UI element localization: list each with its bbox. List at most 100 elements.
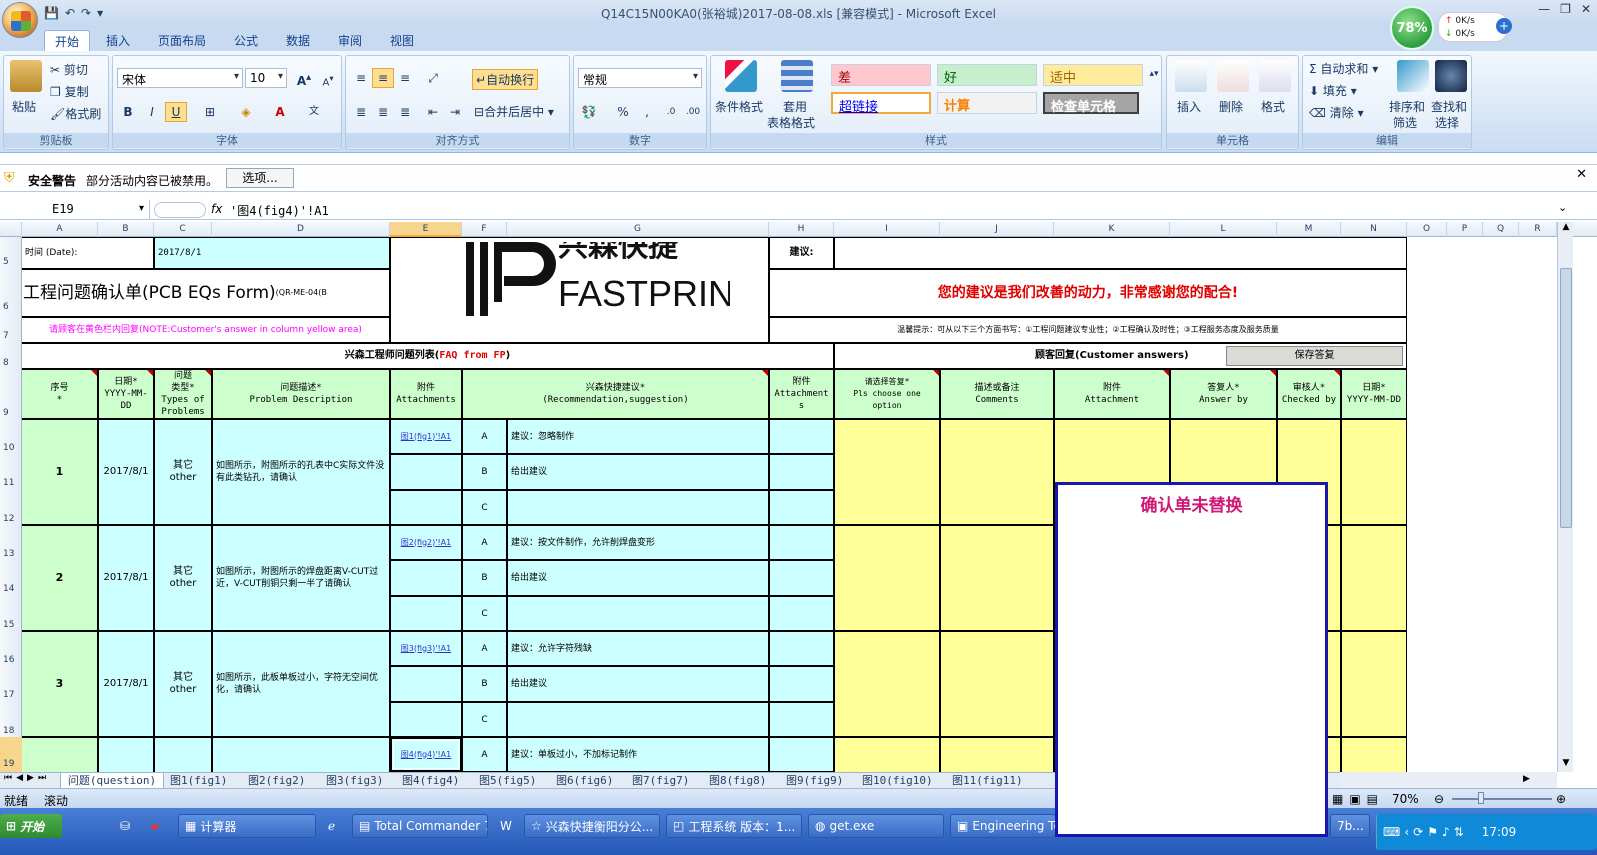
record-2-attach2-b[interactable]	[769, 560, 834, 596]
style-bad[interactable]: 差	[831, 64, 931, 86]
find-select-button[interactable]: 查找和	[1431, 98, 1467, 115]
table-format-button-2[interactable]: 表格格式	[767, 114, 815, 131]
insert-cells-button[interactable]: 插入	[1177, 98, 1201, 115]
sheet-tab-fig1[interactable]: 图1(fig1)	[170, 773, 244, 789]
conditional-format-button[interactable]: 条件格式	[715, 98, 763, 115]
tray-keyboard-icon[interactable]: ⌨	[1383, 825, 1400, 839]
fill-color-icon[interactable]: ◈	[235, 102, 257, 122]
task-total-commander[interactable]: ▤Total Commander 7....	[352, 814, 488, 838]
task-engineering-system[interactable]: ◰ 工程系统 版本：1...	[666, 814, 802, 838]
scroll-up-icon[interactable]: ▲	[1559, 222, 1573, 236]
styles-more-icon[interactable]: ▴▾	[1143, 64, 1165, 84]
align-left-icon[interactable]: ≣	[350, 102, 372, 122]
sheet-nav-icon[interactable]: ⏮◀▶⏭	[4, 773, 50, 783]
underline-icon[interactable]: U	[165, 102, 187, 122]
task-word-icon[interactable]: W	[494, 814, 518, 838]
col-header-r[interactable]: R	[1519, 222, 1557, 237]
header-choose[interactable]: 请选择答复* Pls choose one option	[834, 369, 940, 419]
sheet-tab-fig5[interactable]: 图5(fig5)	[479, 773, 553, 789]
row-header-14[interactable]: 14	[0, 584, 22, 594]
decrease-indent-icon[interactable]: ⇤	[422, 102, 444, 122]
record-3-attach2-c[interactable]	[769, 702, 834, 737]
record-4-link[interactable]: 图4(fig4)'!A1	[401, 749, 452, 761]
tab-review[interactable]: 审阅	[328, 30, 372, 51]
answer-3-choose[interactable]	[834, 631, 940, 737]
row-header-5[interactable]: 5	[0, 257, 22, 267]
answer-2-choose[interactable]	[834, 525, 940, 631]
zoom-slider-thumb[interactable]	[1478, 792, 1484, 804]
col-header-p[interactable]: P	[1447, 222, 1483, 237]
row-header-17[interactable]: 17	[0, 690, 22, 700]
record-2-attach2-a[interactable]	[769, 525, 834, 560]
record-4-opt-a-text[interactable]: 建议：单板过小，不加标记制作	[507, 737, 769, 772]
task-overflow[interactable]: 7b...	[1330, 814, 1370, 838]
record-2-link[interactable]: 图2(fig2)'!A1	[401, 537, 452, 549]
scroll-right-icon[interactable]: ▶	[1523, 774, 1537, 786]
sheet-tab-fig4[interactable]: 图4(fig4)	[402, 773, 476, 789]
record-3-attach-c[interactable]	[390, 702, 462, 737]
row-header-15[interactable]: 15	[0, 620, 22, 630]
header-date2[interactable]: 日期* YYYY-MM-DD	[1341, 369, 1407, 419]
align-middle-icon[interactable]: ≡	[372, 68, 394, 88]
record-1-attach2-a[interactable]	[769, 419, 834, 454]
record-3-type[interactable]: 其它 other	[154, 631, 212, 737]
record-4-type[interactable]	[154, 737, 212, 772]
answer-4-comments[interactable]	[940, 737, 1054, 772]
border-icon[interactable]: ⊞	[199, 102, 221, 122]
align-top-icon[interactable]: ≡	[350, 68, 372, 88]
col-header-i[interactable]: I	[834, 222, 940, 237]
answer-4-choose[interactable]	[834, 737, 940, 772]
col-header-h[interactable]: H	[769, 222, 834, 237]
record-4-seq[interactable]	[22, 737, 98, 772]
record-1-link[interactable]: 图1(fig1)'!A1	[401, 431, 452, 443]
task-calculator[interactable]: ▦ 计算器	[178, 814, 316, 838]
row-header-12[interactable]: 12	[0, 514, 22, 524]
answer-1-comments[interactable]	[940, 419, 1054, 525]
increase-indent-icon[interactable]: ⇥	[444, 102, 466, 122]
style-good[interactable]: 好	[937, 64, 1037, 86]
record-3-opt-b-text[interactable]: 给出建议	[507, 666, 769, 702]
save-icon[interactable]: 💾	[44, 6, 59, 20]
task-engineering-toolkit[interactable]: ▣Engineering Toolki	[950, 814, 1056, 838]
col-header-e[interactable]: E	[390, 222, 462, 237]
col-header-b[interactable]: B	[98, 222, 154, 237]
horizontal-scrollbar[interactable]: ▶	[1340, 772, 1557, 788]
row-header-13[interactable]: 13	[0, 549, 22, 559]
col-header-a[interactable]: A	[22, 222, 98, 237]
fill-button[interactable]: ⬇ 填充 ▾	[1309, 82, 1357, 99]
record-1-attach2-c[interactable]	[769, 490, 834, 525]
record-1-opt-b-text[interactable]: 给出建议	[507, 454, 769, 490]
record-2-opt-a-key[interactable]: A	[462, 525, 507, 560]
header-comments[interactable]: 描述或备注 Comments	[940, 369, 1054, 419]
row-header-18[interactable]: 18	[0, 726, 22, 736]
record-3-attach2-b[interactable]	[769, 666, 834, 702]
record-3-seq[interactable]: 3	[22, 631, 98, 737]
tab-formulas[interactable]: 公式	[224, 30, 268, 51]
formula-input[interactable]: '图4(fig4)'!A1	[230, 202, 329, 219]
answer-3-date[interactable]	[1341, 631, 1407, 737]
tab-data[interactable]: 数据	[276, 30, 320, 51]
increase-decimal-icon[interactable]: .0	[660, 102, 682, 122]
task-fastprint[interactable]: ☆ 兴森快捷衡阳分公...	[524, 814, 660, 838]
delete-cells-icon[interactable]	[1217, 60, 1249, 92]
wrap-text-button[interactable]: ↵自动换行	[472, 69, 539, 90]
col-header-g[interactable]: G	[507, 222, 769, 237]
tab-page-layout[interactable]: 页面布局	[148, 30, 216, 51]
task-ie-icon[interactable]: ℯ	[322, 814, 341, 838]
name-box[interactable]: E19	[0, 200, 150, 220]
sort-filter-button[interactable]: 排序和	[1389, 98, 1425, 115]
quicklaunch-1-icon[interactable]: ⛁	[120, 819, 130, 833]
table-format-icon[interactable]	[781, 60, 813, 92]
row-header-7[interactable]: 7	[0, 331, 22, 341]
reply-note-cell[interactable]: 请顾客在黄色栏内回复(NOTE:Customer's answer in col…	[22, 317, 390, 343]
col-header-j[interactable]: J	[940, 222, 1054, 237]
record-2-seq[interactable]: 2	[22, 525, 98, 631]
binoculars-icon[interactable]	[1435, 60, 1467, 92]
answer-2-comments[interactable]	[940, 525, 1054, 631]
header-type[interactable]: 问题 类型* Types of Problems	[154, 369, 212, 419]
record-3-opt-a-text[interactable]: 建议：允许字符残缺	[507, 631, 769, 666]
header-recommend[interactable]: 兴森快捷建议* (Recommendation,suggestion)	[462, 369, 769, 419]
tray-update-icon[interactable]: ⟳	[1413, 825, 1423, 839]
col-header-q[interactable]: Q	[1483, 222, 1519, 237]
date-value-cell[interactable]: 2017/8/1	[154, 237, 390, 269]
